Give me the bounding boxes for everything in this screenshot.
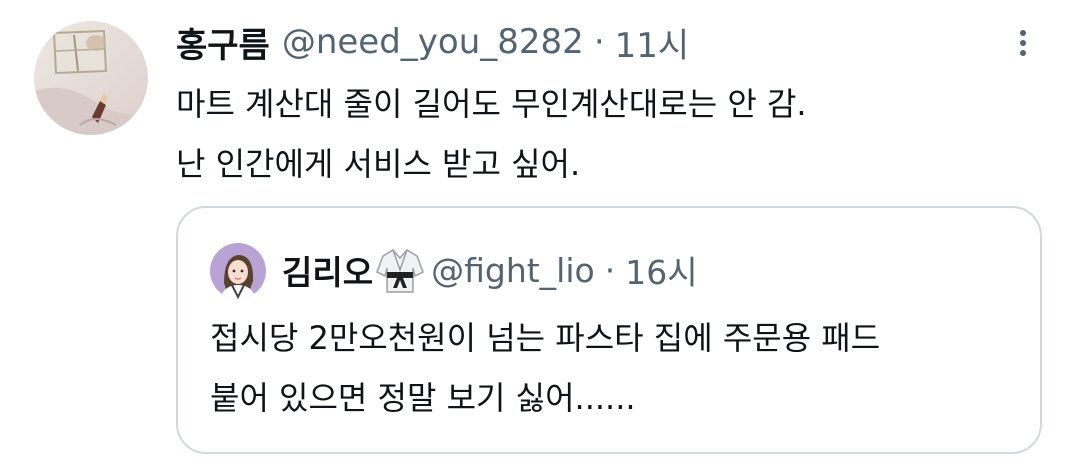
quoted-tweet-text: 접시당 2만오천원이 넘는 파스타 집에 주문용 패드 붙어 있으면 정말 보기…	[210, 308, 880, 428]
quoted-tweet-header: 김리오 @fight_lio · 16시	[282, 246, 698, 294]
separator-dot: ·	[604, 250, 616, 290]
quoted-user-handle[interactable]: @fight_lio	[431, 251, 595, 290]
tweet[interactable]: 홍구름 @need_you_8282 · 11시 마트 계산대 줄이 길어도 무…	[0, 0, 1080, 468]
timestamp[interactable]: 11시	[615, 18, 690, 67]
avatar[interactable]	[34, 21, 148, 135]
tweet-header: 홍구름 @need_you_8282 · 11시	[176, 18, 689, 66]
tweet-text-line: 마트 계산대 줄이 길어도 무인계산대로는 안 감.	[176, 85, 807, 123]
quoted-text-line: 접시당 2만오천원이 넘는 파스타 집에 주문용 패드	[210, 319, 881, 357]
quoted-text-line: 붙어 있으면 정말 보기 싫어......	[210, 379, 636, 417]
more-vertical-icon[interactable]	[1008, 28, 1038, 58]
martial-arts-uniform-emoji	[375, 246, 425, 294]
tweet-text: 마트 계산대 줄이 길어도 무인계산대로는 안 감. 난 인간에게 서비스 받고…	[176, 74, 807, 194]
tweet-text-line: 난 인간에게 서비스 받고 싶어.	[176, 145, 581, 183]
display-name[interactable]: 홍구름	[176, 18, 270, 67]
quoted-tweet[interactable]: 김리오 @fight_lio · 16시 접시당 2만오천원이 넘는 파스타 집…	[176, 206, 1042, 454]
quoted-avatar[interactable]	[210, 243, 266, 299]
separator-dot: ·	[593, 22, 605, 62]
quoted-timestamp[interactable]: 16시	[625, 246, 697, 294]
avatar-image	[34, 21, 148, 135]
quoted-display-name[interactable]: 김리오	[282, 246, 373, 294]
quoted-avatar-image	[210, 243, 266, 299]
user-handle[interactable]: @need_you_8282	[282, 22, 584, 62]
